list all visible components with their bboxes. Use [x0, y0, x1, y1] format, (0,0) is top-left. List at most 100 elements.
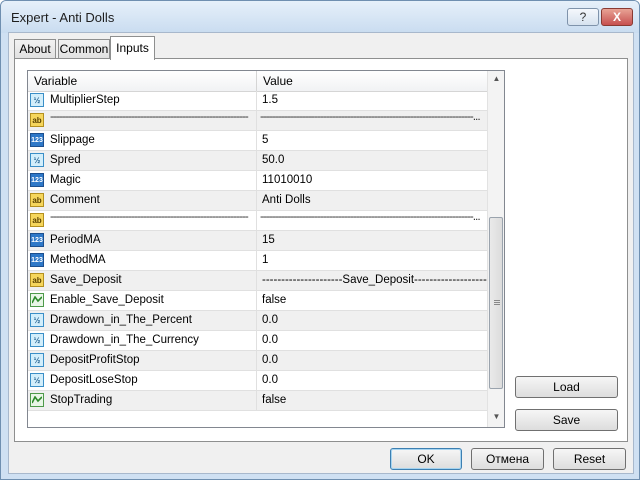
tab-inputs[interactable]: Inputs [110, 36, 155, 60]
variable-cell: Enable_Save_Deposit [28, 291, 257, 311]
value-cell[interactable]: 0.0 [257, 311, 487, 331]
value-cell[interactable]: 15 [257, 231, 487, 251]
column-header-variable[interactable]: Variable [34, 74, 77, 88]
variable-cell: ab Comment [28, 191, 257, 211]
variable-name: ----------------------------------------… [50, 109, 249, 123]
variable-value: 0.0 [262, 374, 278, 386]
expert-properties-window: Expert - Anti Dolls ? X About Common Inp… [0, 0, 640, 480]
boolean-type-icon [30, 293, 44, 307]
variable-name: Spred [50, 154, 81, 166]
value-cell[interactable]: 1.5 [257, 91, 487, 111]
table-row[interactable]: StopTrading false [28, 391, 487, 411]
variable-cell: ½ MultiplierStep [28, 91, 257, 111]
ok-button[interactable]: OK [390, 448, 462, 470]
inputs-panel: Variable Value ½ MultiplierStep 1.5 ab -----… [14, 58, 628, 442]
variable-value: 0.0 [262, 334, 278, 346]
table-row[interactable]: ½ Drawdown_in_The_Percent 0.0 [28, 311, 487, 331]
value-cell[interactable]: 50.0 [257, 151, 487, 171]
grip-line [494, 304, 500, 305]
variable-cell: StopTrading [28, 391, 257, 411]
scroll-up-icon[interactable]: ▲ [489, 71, 504, 87]
boolean-type-icon [30, 393, 44, 407]
variable-value: ----------------------------------------… [260, 109, 481, 123]
save-button[interactable]: Save [515, 409, 618, 431]
variable-cell: ½ Drawdown_in_The_Percent [28, 311, 257, 331]
value-cell[interactable]: 0.0 [257, 371, 487, 391]
inputs-grid: Variable Value ½ MultiplierStep 1.5 ab -----… [27, 70, 505, 428]
window-title: Expert - Anti Dolls [11, 10, 115, 25]
value-cell[interactable]: Anti Dolls [257, 191, 487, 211]
string-type-icon: ab [30, 213, 44, 227]
value-cell[interactable]: ---------------------Save_Deposit-------… [257, 271, 494, 291]
table-row[interactable]: ½ DepositLoseStop 0.0 [28, 371, 487, 391]
double-type-icon: ½ [30, 333, 44, 347]
variable-name: Save_Deposit [50, 274, 122, 286]
string-type-icon: ab [30, 273, 44, 287]
table-row[interactable]: 123 Slippage 5 [28, 131, 487, 151]
variable-value: 0.0 [262, 314, 278, 326]
table-row[interactable]: ½ MultiplierStep 1.5 [28, 91, 487, 111]
variable-value: false [262, 394, 287, 406]
scrollbar-thumb[interactable] [489, 217, 503, 389]
variable-name: Comment [50, 194, 100, 206]
tab-common[interactable]: Common [58, 39, 110, 59]
variable-name: Drawdown_in_The_Percent [50, 314, 192, 326]
table-row[interactable]: ½ Drawdown_in_The_Currency 0.0 [28, 331, 487, 351]
table-row[interactable]: ab --------------------------------------… [28, 209, 487, 231]
double-type-icon: ½ [30, 353, 44, 367]
scroll-down-icon[interactable]: ▼ [489, 409, 504, 425]
variable-value: 5 [262, 134, 269, 146]
double-type-icon: ½ [30, 153, 44, 167]
value-cell[interactable]: false [257, 391, 487, 411]
variable-value: ---------------------Save_Deposit-------… [262, 274, 495, 286]
integer-type-icon: 123 [30, 253, 44, 267]
table-row[interactable]: Enable_Save_Deposit false [28, 291, 487, 311]
variable-cell: ab --------------------------------------… [28, 209, 257, 231]
help-button[interactable]: ? [567, 8, 599, 26]
variable-cell: ½ DepositLoseStop [28, 371, 257, 391]
table-row[interactable]: ab Comment Anti Dolls [28, 191, 487, 211]
column-header-value[interactable]: Value [263, 74, 293, 88]
value-cell[interactable]: 11010010 [257, 171, 487, 191]
grip-line [494, 300, 500, 301]
variable-cell: 123 Slippage [28, 131, 257, 151]
integer-type-icon: 123 [30, 133, 44, 147]
column-divider[interactable] [256, 71, 257, 91]
close-button[interactable]: X [601, 8, 633, 26]
value-cell[interactable]: 5 [257, 131, 487, 151]
tab-about[interactable]: About [14, 39, 56, 59]
cancel-button[interactable]: Отмена [471, 448, 544, 470]
variable-name: MultiplierStep [50, 94, 120, 106]
variable-name: Slippage [50, 134, 95, 146]
table-row[interactable]: 123 MethodMA 1 [28, 251, 487, 271]
table-row[interactable]: 123 PeriodMA 15 [28, 231, 487, 251]
table-row[interactable]: 123 Magic 11010010 [28, 171, 487, 191]
double-type-icon: ½ [30, 93, 44, 107]
load-button[interactable]: Load [515, 376, 618, 398]
variable-value: 1.5 [262, 94, 278, 106]
table-row[interactable]: ½ DepositProfitStop 0.0 [28, 351, 487, 371]
value-cell[interactable]: ----------------------------------------… [257, 109, 487, 131]
reset-button[interactable]: Reset [553, 448, 626, 470]
grid-header: Variable Value [28, 71, 487, 92]
variable-name: Enable_Save_Deposit [50, 294, 164, 306]
value-cell[interactable]: 0.0 [257, 331, 487, 351]
variable-cell: 123 PeriodMA [28, 231, 257, 251]
grip-line [494, 302, 500, 303]
variable-value: 15 [262, 234, 275, 246]
table-row[interactable]: ½ Spred 50.0 [28, 151, 487, 171]
variable-name: ----------------------------------------… [50, 209, 249, 223]
variable-cell: ab --------------------------------------… [28, 109, 257, 131]
variable-name: DepositLoseStop [50, 374, 138, 386]
table-row[interactable]: ab --------------------------------------… [28, 109, 487, 131]
variable-name: MethodMA [50, 254, 106, 266]
value-cell[interactable]: 0.0 [257, 351, 487, 371]
value-cell[interactable]: 1 [257, 251, 487, 271]
table-row[interactable]: ab Save_Deposit ---------------------Save_… [28, 271, 494, 291]
value-cell[interactable]: ----------------------------------------… [257, 209, 487, 231]
value-cell[interactable]: false [257, 291, 487, 311]
variable-cell: ½ Spred [28, 151, 257, 171]
title-bar[interactable]: Expert - Anti Dolls ? X [1, 1, 639, 33]
vertical-scrollbar[interactable]: ▲ ▼ [487, 71, 504, 427]
double-type-icon: ½ [30, 313, 44, 327]
